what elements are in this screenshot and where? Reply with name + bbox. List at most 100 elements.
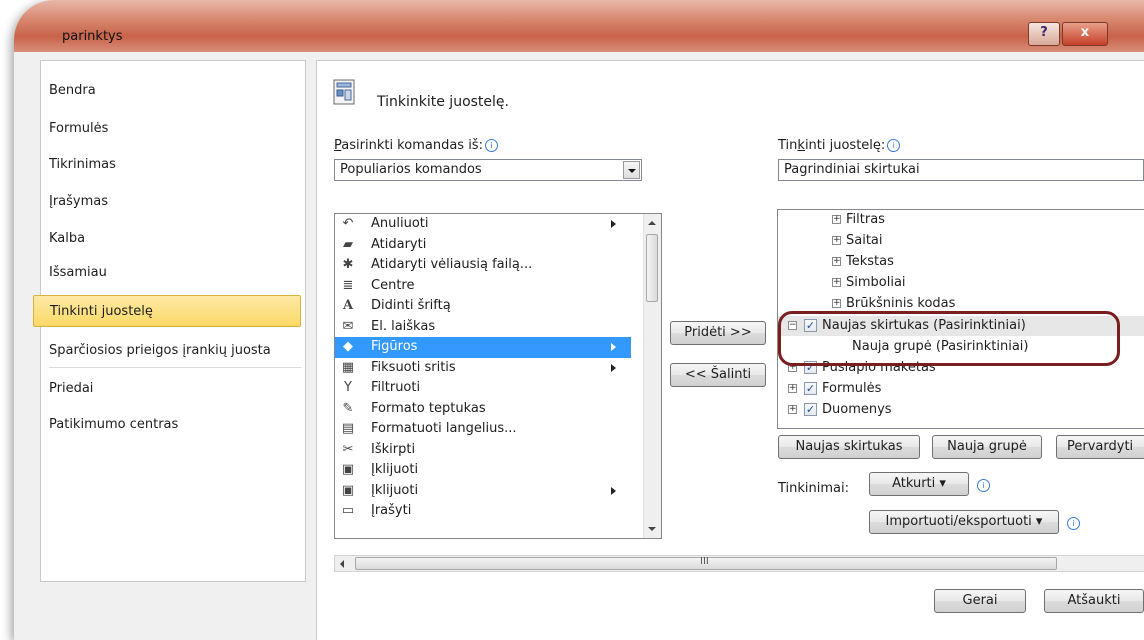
open-folder-icon: ▰ bbox=[343, 236, 353, 252]
cancel-button[interactable]: Atšaukti bbox=[1044, 589, 1144, 613]
command-iklijuoti-menu[interactable]: ▣ Įklijuoti bbox=[335, 481, 631, 502]
command-iskirpti[interactable]: ✂ Iškirpti bbox=[335, 440, 631, 461]
scroll-down-icon[interactable] bbox=[648, 527, 656, 531]
ok-button[interactable]: Gerai bbox=[934, 589, 1026, 613]
command-filtruoti[interactable]: Y Filtruoti bbox=[335, 378, 631, 399]
scroll-grip: III bbox=[700, 556, 709, 567]
expand-icon[interactable]: + bbox=[832, 278, 841, 287]
import-export-button[interactable]: Importuoti/eksportuoti ▾ bbox=[869, 510, 1059, 534]
command-anuliuoti[interactable]: ↶ Anuliuoti bbox=[335, 214, 631, 235]
expand-icon[interactable]: + bbox=[832, 215, 841, 224]
add-button[interactable]: Pridėti >> bbox=[670, 321, 766, 345]
customize-ribbon-label-accel: k bbox=[797, 138, 805, 153]
expand-icon[interactable]: + bbox=[832, 257, 841, 266]
tree-item-saitai[interactable]: + Saitai bbox=[778, 231, 1144, 251]
title-bar[interactable]: parinktys ? x bbox=[14, 0, 1144, 52]
reset-button[interactable]: Atkurti ▾ bbox=[869, 472, 969, 496]
nav-item-tikrinimas[interactable]: Tikrinimas bbox=[41, 149, 303, 181]
nav-item-priedai[interactable]: Priedai bbox=[41, 373, 303, 405]
scroll-up-icon[interactable] bbox=[648, 221, 656, 225]
info-icon[interactable]: i bbox=[887, 139, 901, 152]
command-label: Centre bbox=[371, 277, 415, 293]
nav-item-patikimumo-centras[interactable]: Patikimumo centras bbox=[41, 409, 303, 441]
command-el-laiskas[interactable]: ✉ El. laiškas bbox=[335, 317, 631, 338]
customize-ribbon-panel: Tinkinkite juostelę. Pasirinkti komandas… bbox=[316, 60, 1144, 640]
format-cells-icon: ▤ bbox=[341, 421, 355, 436]
expand-icon[interactable]: + bbox=[832, 236, 841, 245]
new-group-button[interactable]: Nauja grupė bbox=[932, 435, 1042, 459]
email-icon: ✉ bbox=[342, 318, 354, 334]
command-figuros[interactable]: ◆ Figūros bbox=[335, 337, 631, 358]
tree-item-label: Tekstas bbox=[846, 254, 894, 269]
tree-item-filtras[interactable]: + Filtras bbox=[778, 210, 1144, 230]
expand-icon[interactable]: + bbox=[788, 384, 797, 393]
command-label: Fiksuoti sritis bbox=[371, 359, 456, 375]
command-atidaryti[interactable]: ▰ Atidaryti bbox=[335, 235, 631, 256]
expand-icon[interactable]: + bbox=[788, 405, 797, 414]
choose-commands-label: Pasirinkti komandas iš: i bbox=[334, 138, 498, 153]
nav-item-sparcioji-prieiga[interactable]: Sparčiosios prieigos įrankių juosta bbox=[41, 335, 303, 367]
dropdown-arrow-icon[interactable] bbox=[623, 161, 640, 179]
command-label: Iškirpti bbox=[371, 441, 416, 457]
new-tab-button[interactable]: Naujas skirtukas bbox=[778, 435, 920, 459]
tree-item-tekstas[interactable]: + Tekstas bbox=[778, 252, 1144, 272]
close-button[interactable]: x bbox=[1062, 22, 1108, 46]
customize-ribbon-icon bbox=[333, 79, 355, 105]
command-irasyti[interactable]: ▭ Įrašyti bbox=[335, 501, 631, 522]
window-title: parinktys bbox=[62, 29, 123, 44]
nav-item-bendra[interactable]: Bendra bbox=[41, 75, 303, 107]
horizontal-scrollbar[interactable]: III bbox=[334, 555, 1144, 572]
tree-item-duomenys[interactable]: + ✓ Duomenys bbox=[778, 400, 1144, 420]
nav-item-issamiau[interactable]: Išsamiau bbox=[41, 257, 303, 289]
expand-icon[interactable]: + bbox=[832, 299, 841, 308]
nav-item-tinkinti-juostele[interactable]: Tinkinti juostelę bbox=[33, 295, 301, 327]
shapes-icon: ◆ bbox=[343, 339, 353, 354]
command-label: Didinti šriftą bbox=[371, 298, 451, 313]
submenu-arrow-icon bbox=[611, 486, 616, 495]
format-painter-icon: ✎ bbox=[342, 400, 354, 416]
rename-button[interactable]: Pervardyti bbox=[1056, 435, 1144, 459]
filter-icon: Y bbox=[344, 380, 352, 395]
help-button[interactable]: ? bbox=[1028, 22, 1060, 46]
tree-item-formules[interactable]: + ✓ Formulės bbox=[778, 379, 1144, 399]
customize-ribbon-value: Pagrindiniai skirtukai bbox=[784, 162, 920, 177]
panel-header: Tinkinkite juostelę. bbox=[377, 94, 509, 110]
cut-icon: ✂ bbox=[342, 441, 354, 457]
info-icon[interactable]: i bbox=[484, 139, 498, 152]
command-centre[interactable]: ≣ Centre bbox=[335, 276, 631, 297]
command-label: Figūros bbox=[371, 339, 418, 354]
choose-commands-dropdown[interactable]: Populiarios komandos bbox=[334, 159, 642, 181]
tab-checkbox[interactable]: ✓ bbox=[804, 382, 817, 395]
info-icon[interactable]: i bbox=[977, 479, 990, 492]
submenu-arrow-icon bbox=[611, 363, 616, 372]
nav-item-kalba[interactable]: Kalba bbox=[41, 223, 303, 255]
nav-item-formules[interactable]: Formulės bbox=[41, 113, 303, 145]
reset-button-label: Atkurti bbox=[892, 476, 936, 491]
command-label: El. laiškas bbox=[371, 318, 436, 334]
tab-checkbox[interactable]: ✓ bbox=[804, 403, 817, 416]
tree-item-label: Formulės bbox=[822, 381, 882, 396]
commands-list[interactable]: ↶ Anuliuoti ▰ Atidaryti ✱ Atidaryti vėliaus… bbox=[334, 213, 662, 539]
customize-ribbon-dropdown[interactable]: Pagrindiniai skirtukai bbox=[778, 159, 1144, 181]
command-iklijuoti[interactable]: ▣ Įklijuoti bbox=[335, 460, 631, 481]
tree-item-label: Simboliai bbox=[846, 275, 906, 290]
info-icon[interactable]: i bbox=[1067, 517, 1080, 530]
command-formatuoti-langelius[interactable]: ▤ Formatuoti langelius... bbox=[335, 419, 631, 440]
freeze-panes-icon: ▦ bbox=[341, 359, 355, 375]
paste-menu-icon: ▣ bbox=[341, 482, 355, 498]
tree-item-simboliai[interactable]: + Simboliai bbox=[778, 273, 1144, 293]
scroll-thumb[interactable] bbox=[646, 234, 658, 302]
scroll-left-icon[interactable] bbox=[340, 560, 344, 568]
customize-ribbon-label-a: Tin bbox=[778, 138, 798, 153]
command-formato-teptukas[interactable]: ✎ Formato teptukas bbox=[335, 399, 631, 420]
customizations-label: Tinkinimai: bbox=[778, 481, 850, 496]
command-didinti-srifta[interactable]: A Didinti šriftą bbox=[335, 296, 631, 317]
commands-vertical-scrollbar[interactable] bbox=[643, 214, 661, 538]
submenu-arrow-icon bbox=[611, 220, 616, 228]
nav-item-irasymas[interactable]: Įrašymas bbox=[41, 186, 303, 218]
recent-file-icon: ✱ bbox=[342, 257, 354, 272]
command-atidaryti-veliausia[interactable]: ✱ Atidaryti vėliausią failą... bbox=[335, 255, 631, 276]
remove-button[interactable]: << Šalinti bbox=[670, 363, 766, 387]
command-fiksuoti-sritis[interactable]: ▦ Fiksuoti sritis bbox=[335, 358, 631, 379]
choose-commands-label-text: asirinkti komandas iš: bbox=[341, 138, 483, 153]
